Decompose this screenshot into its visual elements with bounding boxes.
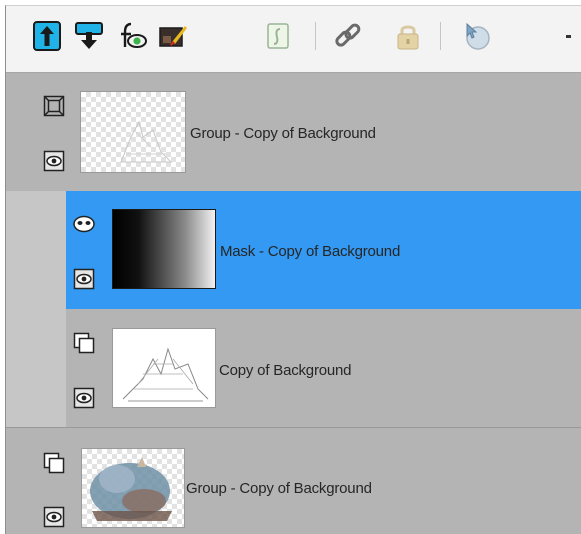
layer-name: Group - Copy of Background bbox=[186, 480, 372, 497]
move-layer-up-button[interactable] bbox=[31, 20, 63, 52]
toolbar-separator bbox=[315, 22, 316, 50]
arrow-up-icon bbox=[33, 21, 61, 51]
visibility-toggle[interactable] bbox=[43, 506, 65, 528]
layer-row-group[interactable]: Group - Copy of Background bbox=[36, 428, 581, 534]
layer-thumbnail bbox=[81, 448, 185, 528]
lock-layer-button[interactable] bbox=[392, 20, 424, 52]
toolbar-overflow-button[interactable] bbox=[557, 20, 579, 52]
paint-brush-icon bbox=[159, 26, 187, 47]
layers-panel: Group - Copy of Background Mask - Copy o… bbox=[5, 5, 581, 534]
visibility-toggle[interactable] bbox=[73, 387, 95, 409]
eye-icon bbox=[73, 387, 95, 409]
move-layer-down-button[interactable] bbox=[73, 20, 105, 52]
layer-type-group-icon bbox=[43, 95, 65, 117]
eye-icon bbox=[43, 150, 65, 172]
layer-thumbnail bbox=[80, 91, 186, 173]
layer-row-group[interactable]: Group - Copy of Background bbox=[6, 73, 581, 206]
group-children-indent bbox=[6, 191, 66, 427]
layer-name: Group - Copy of Background bbox=[190, 125, 376, 142]
eye-icon bbox=[43, 506, 65, 528]
layer-thumbnail bbox=[112, 328, 216, 408]
chain-link-icon bbox=[335, 23, 361, 47]
toolbar-separator bbox=[440, 22, 441, 50]
fx-eye-icon bbox=[121, 22, 147, 48]
overflow-chevron-icon bbox=[565, 34, 571, 38]
layer-name: Mask - Copy of Background bbox=[220, 243, 401, 260]
layer-type-raster-icon bbox=[43, 452, 65, 474]
layer-name: Copy of Background bbox=[219, 362, 352, 379]
layer-row-raster[interactable]: Copy of Background bbox=[66, 310, 581, 427]
layer-type-mask-icon bbox=[73, 213, 95, 235]
eye-icon bbox=[73, 268, 95, 290]
layers-toolbar bbox=[6, 6, 581, 73]
ungroup-button[interactable] bbox=[461, 20, 493, 52]
link-layers-button[interactable] bbox=[332, 20, 364, 52]
layer-type-raster-icon bbox=[73, 332, 95, 354]
fx-visibility-button[interactable] bbox=[115, 20, 147, 52]
circle-cursor-icon bbox=[466, 22, 490, 50]
visibility-toggle[interactable] bbox=[73, 268, 95, 290]
layer-row-mask[interactable]: Mask - Copy of Background bbox=[66, 191, 581, 309]
padlock-icon bbox=[397, 25, 419, 50]
script-button[interactable] bbox=[262, 20, 294, 52]
edit-layer-button[interactable] bbox=[157, 20, 189, 52]
script-icon bbox=[267, 23, 289, 49]
mask-thumbnail bbox=[112, 209, 216, 289]
visibility-toggle[interactable] bbox=[43, 150, 65, 172]
arrow-down-icon bbox=[75, 22, 103, 49]
